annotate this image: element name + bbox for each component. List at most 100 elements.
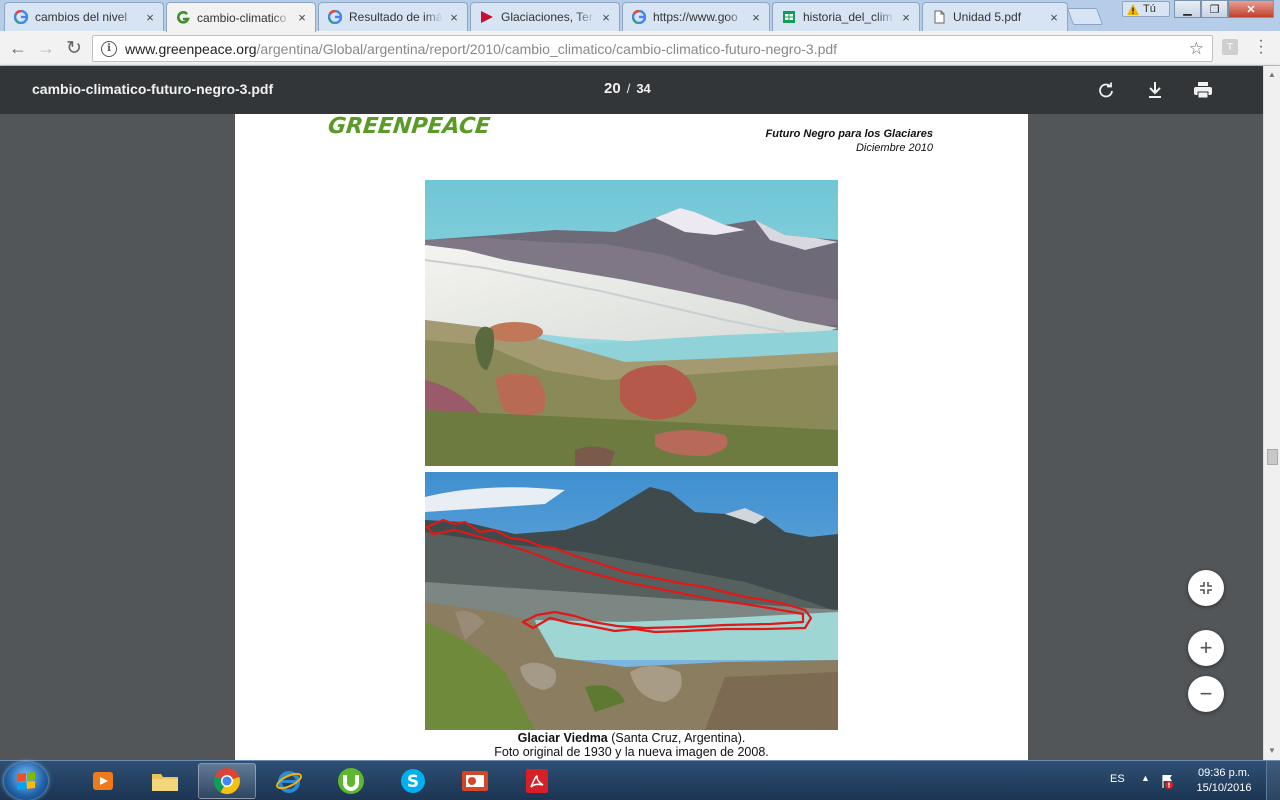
taskbar-acrobat[interactable] bbox=[508, 763, 566, 799]
folder-icon bbox=[152, 774, 178, 791]
browser-toolbar: ← → ↻ i www.greenpeace.org/argentina/Glo… bbox=[0, 31, 1280, 66]
taskbar-media-player[interactable] bbox=[74, 763, 132, 799]
tab-historia-del-clima[interactable]: historia_del_clim × bbox=[772, 2, 920, 31]
scrollbar-thumb[interactable] bbox=[1267, 449, 1278, 465]
google-icon bbox=[631, 9, 647, 25]
show-desktop-button[interactable] bbox=[1266, 761, 1280, 800]
scroll-up-icon[interactable]: ▲ bbox=[1268, 70, 1276, 79]
pdf-viewer[interactable]: GREENPEACE Futuro Negro para los Glaciar… bbox=[0, 114, 1263, 760]
back-button[interactable]: ← bbox=[6, 37, 30, 59]
caption-bold: Glaciar Viedma bbox=[517, 731, 608, 745]
google-icon bbox=[13, 9, 29, 25]
greenpeace-logo: GREENPEACE bbox=[326, 114, 492, 139]
zoom-in-button[interactable]: + bbox=[1188, 630, 1224, 666]
tab-glaciaciones[interactable]: Glaciaciones, Ter × bbox=[470, 2, 620, 31]
minimize-button[interactable]: ▁ bbox=[1174, 0, 1201, 18]
tab-unidad-5[interactable]: Unidad 5.pdf × bbox=[922, 2, 1068, 31]
fit-to-page-button[interactable] bbox=[1188, 570, 1224, 606]
tray-flag-icon[interactable] bbox=[1160, 773, 1176, 794]
clock[interactable]: 09:36 p.m. 15/10/2016 bbox=[1188, 766, 1260, 796]
taskbar-file-explorer[interactable] bbox=[136, 763, 194, 799]
close-window-button[interactable]: ✕ bbox=[1228, 0, 1274, 18]
taskbar-utorrent[interactable] bbox=[322, 763, 380, 799]
close-icon[interactable]: × bbox=[749, 10, 763, 25]
warning-icon bbox=[1127, 3, 1139, 15]
close-icon[interactable]: × bbox=[447, 10, 461, 25]
tray-expand-icon[interactable]: ▲ bbox=[1141, 773, 1150, 783]
total-pages: 34 bbox=[636, 81, 651, 96]
clock-time: 09:36 p.m. bbox=[1198, 767, 1250, 779]
url-host: www.greenpeace.org bbox=[125, 40, 257, 57]
glacier-photo-1930 bbox=[425, 180, 838, 466]
profile-label: Tú bbox=[1143, 3, 1156, 15]
youtube-like-icon bbox=[479, 9, 495, 25]
close-icon[interactable]: × bbox=[1047, 10, 1061, 25]
clock-date: 15/10/2016 bbox=[1196, 782, 1252, 794]
taskbar-skype[interactable]: S bbox=[384, 763, 442, 799]
rotate-icon[interactable] bbox=[1094, 78, 1118, 102]
start-button[interactable] bbox=[4, 762, 48, 800]
address-bar[interactable]: i www.greenpeace.org/argentina/Global/ar… bbox=[92, 35, 1213, 62]
page-indicator: 20 / 34 bbox=[604, 80, 651, 97]
close-icon[interactable]: × bbox=[143, 10, 157, 25]
pdf-filename: cambio-climatico-futuro-negro-3.pdf bbox=[32, 81, 274, 97]
taskbar-chrome[interactable] bbox=[198, 763, 256, 799]
print-icon[interactable] bbox=[1191, 78, 1215, 102]
tab-title: Glaciaciones, Ter bbox=[501, 10, 593, 24]
language-indicator[interactable]: ES bbox=[1110, 773, 1125, 785]
bookmark-star-icon[interactable]: ☆ bbox=[1189, 39, 1204, 59]
download-icon[interactable] bbox=[1143, 78, 1167, 102]
acrobat-icon bbox=[526, 769, 548, 793]
taskbar-powerpoint[interactable] bbox=[446, 763, 504, 799]
info-icon[interactable]: i bbox=[101, 40, 117, 57]
forward-button[interactable]: → bbox=[34, 37, 58, 59]
windows-logo-icon bbox=[17, 772, 35, 790]
tab-cambio-climatico[interactable]: cambio-climatico × bbox=[166, 2, 316, 32]
caption-rest: (Santa Cruz, Argentina). bbox=[607, 731, 746, 745]
tab-strip: cambios del nivel × cambio-climatico × R… bbox=[0, 0, 1280, 32]
tab-title: cambio-climatico bbox=[197, 10, 287, 25]
reload-button[interactable]: ↻ bbox=[62, 37, 86, 59]
taskbar: S ES ▲ 09:36 p.m. 15/10/2016 bbox=[0, 760, 1280, 800]
maximize-button[interactable]: ❐ bbox=[1201, 0, 1228, 18]
fit-page-icon bbox=[1200, 582, 1212, 594]
url-path: /argentina/Global/argentina/report/2010/… bbox=[256, 40, 838, 57]
svg-text:S: S bbox=[407, 772, 419, 792]
pdf-toolbar: cambio-climatico-futuro-negro-3.pdf 20 / 3… bbox=[0, 66, 1280, 114]
photo-caption-line1: Glaciar Viedma (Santa Cruz, Argentina). bbox=[235, 731, 1028, 745]
close-icon[interactable]: × bbox=[899, 10, 913, 25]
tab-title: Unidad 5.pdf bbox=[953, 10, 1022, 24]
menu-icon[interactable]: · · · bbox=[1256, 33, 1266, 61]
document-icon bbox=[931, 9, 947, 25]
window-controls: ▁ ❐ ✕ bbox=[1174, 0, 1274, 18]
google-icon bbox=[327, 9, 343, 25]
close-icon[interactable]: × bbox=[599, 10, 613, 25]
glacier-photo-2008 bbox=[425, 472, 838, 730]
photo-caption-line2: Foto original de 1930 y la nueva imagen … bbox=[494, 745, 769, 759]
zoom-out-button[interactable]: − bbox=[1188, 676, 1224, 712]
vertical-scrollbar[interactable]: ▲ ▼ bbox=[1263, 66, 1280, 760]
tab-title: historia_del_clim bbox=[803, 10, 893, 24]
close-icon[interactable]: × bbox=[295, 10, 309, 25]
tab-title: cambios del nivel bbox=[35, 10, 128, 24]
greenpeace-icon bbox=[175, 10, 191, 26]
document-header-title: Futuro Negro para los Glaciares bbox=[765, 128, 934, 140]
sheets-icon bbox=[781, 9, 797, 25]
tab-resultado-de-imagenes[interactable]: Resultado de imá × bbox=[318, 2, 468, 31]
extension-icon[interactable]: T bbox=[1222, 39, 1238, 55]
tab-google-url[interactable]: https://www.goo × bbox=[622, 2, 770, 31]
chrome-icon bbox=[213, 768, 240, 795]
internet-explorer-icon bbox=[276, 771, 302, 793]
tab-cambios-del-nivel[interactable]: cambios del nivel × bbox=[4, 2, 164, 31]
tab-title: https://www.goo bbox=[653, 10, 738, 24]
page-separator: / bbox=[626, 81, 631, 96]
new-tab-button[interactable] bbox=[1066, 8, 1104, 25]
document-header-date: Diciembre 2010 bbox=[855, 142, 933, 154]
media-player-icon bbox=[93, 772, 113, 790]
pdf-page: GREENPEACE Futuro Negro para los Glaciar… bbox=[235, 114, 1028, 760]
current-page[interactable]: 20 bbox=[604, 80, 621, 97]
tab-title: Resultado de imá bbox=[349, 10, 443, 24]
scroll-down-icon[interactable]: ▼ bbox=[1268, 746, 1276, 755]
profile-button[interactable]: Tú bbox=[1122, 1, 1170, 17]
taskbar-internet-explorer[interactable] bbox=[260, 763, 318, 799]
